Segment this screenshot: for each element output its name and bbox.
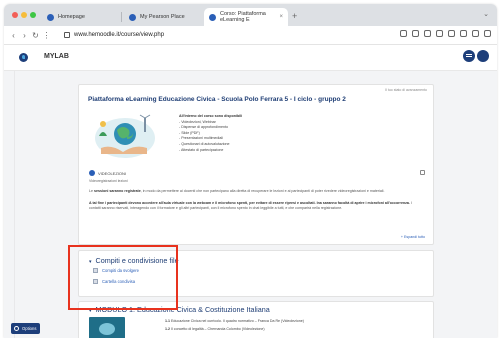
translate-icon[interactable] — [412, 30, 419, 37]
video-lessons-subtitle: Videoregistrazioni lezioni — [89, 179, 128, 183]
options-label: Options — [22, 326, 37, 331]
menu-icon[interactable] — [484, 30, 491, 37]
tab-homepage[interactable]: Homepage — [42, 8, 120, 26]
moodle-favicon-icon — [129, 13, 136, 21]
user-menu-button[interactable] — [477, 50, 489, 62]
brand-name[interactable]: MYLAB — [44, 53, 69, 60]
user-avatar[interactable] — [463, 50, 475, 62]
moodle-favicon-icon — [47, 13, 54, 21]
options-button[interactable]: Options — [11, 323, 41, 334]
address-bar-row: ‹ › ↻ ⋮ www.hemoodle.it/course/view.php — [4, 26, 497, 45]
video-lessons-label[interactable]: VIDEOLEZIONI — [98, 171, 126, 176]
gear-icon — [14, 326, 19, 331]
left-divider — [14, 71, 15, 338]
download-icon[interactable] — [472, 30, 479, 37]
search-icon[interactable] — [400, 30, 407, 37]
extension-icon[interactable] — [424, 30, 431, 37]
reload-icon[interactable]: ↻ — [30, 31, 41, 40]
maximize-window-button[interactable] — [30, 12, 36, 18]
list-item: - Attestato di partecipazione — [179, 147, 224, 152]
shield-icon[interactable] — [436, 30, 443, 37]
recording-notice-paragraph: Le sessioni saranno registrate, in modo … — [89, 189, 419, 194]
video-lessons-icon — [89, 170, 95, 176]
toolbar-icons — [400, 30, 491, 37]
back-icon[interactable]: ‹ — [8, 31, 19, 40]
lock-icon — [64, 32, 70, 38]
para-bold: sessioni saranno registrate — [94, 189, 141, 193]
tab-bar: Homepage My Pearson Place Corso: Piattaf… — [4, 4, 497, 26]
webcam-notice-paragraph: A tal fine i partecipanti devono acceder… — [89, 201, 419, 211]
annotation-highlight-box — [68, 245, 178, 310]
ecology-illustration — [95, 114, 155, 158]
tab-separator — [121, 12, 122, 22]
module-thumbnail — [89, 317, 125, 338]
grid-icon[interactable]: ⋮ — [41, 31, 52, 40]
course-intro-card: Piattaforma eLearning Educazione Civica … — [78, 84, 434, 245]
course-contents-list: All'interno del corso sono disponibili -… — [179, 114, 242, 153]
heart-icon[interactable] — [448, 30, 455, 37]
para-bold: A tal fine i partecipanti devono acceder… — [89, 201, 410, 205]
tab-course-active[interactable]: Corso: Piattaforma eLearning E × — [204, 8, 288, 26]
app-header: MYLAB — [4, 45, 497, 71]
close-window-button[interactable] — [12, 12, 18, 18]
module-lesson-item[interactable]: 1.1 Educazione Civica nel curricolo. Il … — [165, 319, 304, 323]
course-title: Piattaforma eLearning Educazione Civica … — [88, 96, 346, 103]
moodle-favicon-icon — [209, 13, 216, 21]
module-lesson-item[interactable]: 1.2 Il concetto di legalità – Chernanda … — [165, 327, 265, 331]
completion-checkbox[interactable] — [420, 170, 425, 175]
expand-all-link[interactable]: + Espandi tutto — [401, 235, 425, 239]
moodle-logo-icon[interactable] — [19, 53, 28, 62]
url-text[interactable]: www.hemoodle.it/course/view.php — [74, 32, 164, 38]
para-text: , in modo da permettere ai docenti che n… — [140, 189, 385, 193]
list-heading: All'interno del corso sono disponibili — [179, 114, 243, 118]
lesson-text: Educazione Civica nel curricolo. Il quad… — [170, 319, 304, 323]
progress-status-link[interactable]: Il tuo stato di avanzamento — [385, 88, 427, 92]
minimize-window-button[interactable] — [21, 12, 27, 18]
history-icon[interactable] — [460, 30, 467, 37]
lesson-text: Il concetto di legalità – Chernanda Colo… — [170, 327, 265, 331]
tab-my-pearson-place[interactable]: My Pearson Place — [124, 8, 204, 26]
new-tab-button[interactable]: + — [292, 11, 297, 21]
close-tab-icon[interactable]: × — [279, 14, 283, 20]
chevron-down-icon[interactable]: ⌄ — [483, 10, 489, 18]
forward-icon[interactable]: › — [19, 31, 30, 40]
